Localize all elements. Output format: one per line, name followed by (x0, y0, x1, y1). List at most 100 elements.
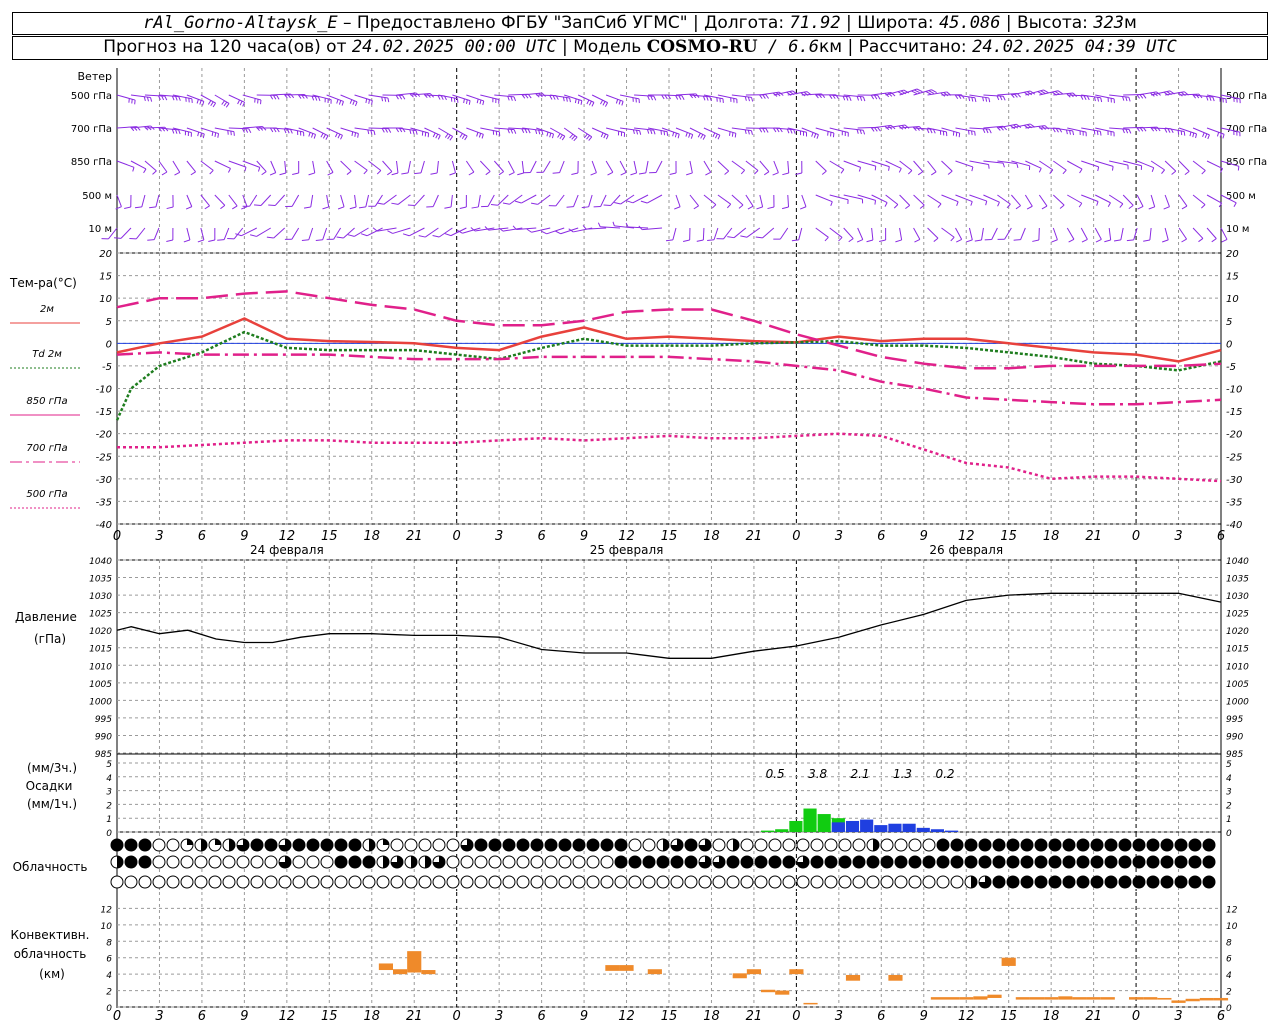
wind-barb-feather (974, 239, 982, 242)
conv-ytick: 6 (106, 955, 112, 965)
wind-barb (655, 160, 663, 173)
wind-barb-feather (1156, 126, 1161, 132)
wind-barb-feather (1113, 239, 1121, 242)
wind-barb (689, 194, 699, 207)
wind-barb-feather (1212, 96, 1215, 102)
wind-barb-feather (363, 169, 368, 175)
wind-barb-feather (1183, 131, 1186, 136)
precip-bar-snow (902, 823, 916, 832)
cloud-cover-fill (383, 856, 389, 868)
cloud-cover-symbol (866, 875, 880, 889)
wind-barb (228, 94, 245, 103)
x-tick-label: 12 (618, 529, 635, 544)
wind-barb-feather (569, 97, 571, 103)
wind-barb-feather (762, 128, 766, 133)
wind-barb-feather (468, 171, 475, 176)
wind-barb-feather (1097, 97, 1100, 102)
wind-barb-feather (286, 128, 290, 134)
conv-cloud-bar (605, 965, 620, 971)
cloud-cover-symbol (1104, 838, 1118, 852)
cloud-cover-symbol (1062, 875, 1076, 889)
cloud-cover-symbol (348, 875, 362, 889)
wind-barb-feather (479, 99, 482, 105)
pressure-ytick-right: 995 (1226, 715, 1243, 725)
wind-barb-feather (521, 128, 525, 134)
x-tick-label: 9 (920, 529, 928, 544)
wind-barb (991, 227, 998, 240)
wind-level-label-right: 700 гПа (1226, 124, 1267, 135)
wind-barb-feather (549, 132, 552, 138)
wind-barb (1164, 227, 1169, 240)
wind-barb-feather (463, 98, 465, 104)
cloud-cover-symbol (124, 838, 138, 852)
conv-title-3: (км) (39, 967, 65, 981)
wind-barb-feather (415, 130, 418, 135)
x-tick-label-bottom: 18 (703, 1009, 720, 1024)
wind-barb (340, 194, 345, 207)
wind-barb-feather (1164, 128, 1168, 133)
wind-barb-feather (398, 95, 403, 100)
wind-barb-feather (856, 239, 863, 243)
wind-barb-feather (877, 127, 881, 132)
wind-barb-feather (674, 206, 681, 210)
wind-barb-feather (1051, 239, 1058, 243)
cloud-cover-symbol (166, 838, 180, 852)
wind-barb (1095, 160, 1114, 167)
wind-barb-feather (381, 128, 385, 133)
wind-barb-feather (895, 239, 902, 243)
wind-barb-feather (866, 239, 874, 243)
x-tick-label-bottom: 3 (155, 1009, 163, 1024)
cloud-cover-symbol (992, 875, 1006, 889)
wind-barb-feather (1163, 206, 1170, 210)
wind-barb-feather (514, 200, 522, 204)
wind-barb-feather (468, 100, 471, 105)
cloud-cover-symbol (404, 875, 418, 889)
wind-barb-feather (738, 204, 744, 209)
wind-barb (1067, 160, 1083, 170)
wind-level-label: 700 гПа (71, 124, 112, 135)
cloud-cover-symbol (1048, 855, 1062, 869)
wind-barb (941, 160, 953, 172)
wind-barb (1136, 194, 1144, 207)
wind-barb (815, 227, 829, 238)
wind-barb (521, 160, 525, 174)
wind-barb (913, 227, 921, 240)
cloud-cover-symbol (530, 855, 544, 869)
wind-barb-feather (166, 206, 174, 210)
wind-barb-feather (620, 171, 627, 176)
cloud-cover-symbol (810, 838, 824, 852)
x-tick-label-bottom: 18 (1043, 1009, 1060, 1024)
temp-ytick-right: 0 (1226, 339, 1232, 350)
wind-barb-feather (905, 204, 911, 210)
cloud-cover-symbol (1090, 838, 1104, 852)
cloud-cover-symbol (908, 838, 922, 852)
wind-barb (1052, 194, 1065, 206)
conv-ytick: 0 (106, 1004, 112, 1014)
wind-barb (368, 160, 382, 171)
wind-barb-feather (490, 203, 498, 206)
wind-barb (241, 227, 257, 237)
wind-barb-feather (982, 96, 984, 102)
cloud-cover-symbol (1020, 875, 1034, 889)
wind-barb-feather (217, 239, 225, 241)
wind-barb (927, 160, 937, 173)
wind-barb-feather (707, 239, 715, 242)
wind-barb-feather (211, 131, 214, 137)
wind-barb-feather (561, 135, 566, 141)
wind-barb (354, 160, 368, 171)
wind-barb-feather (199, 100, 202, 105)
wind-barb-feather (874, 200, 877, 205)
wind-barb-feather (762, 94, 766, 99)
wind-barb-feather (552, 172, 560, 174)
wind-barb-feather (377, 202, 384, 205)
wind-barb-feather (591, 102, 595, 107)
wind-barb-feather (1128, 129, 1132, 134)
wind-barb-feather (325, 135, 329, 140)
conv-title-2: облачность (14, 947, 87, 961)
wind-barb-feather (1013, 239, 1021, 241)
wind-barb-feather (705, 171, 711, 176)
wind-barb-feather (197, 239, 205, 243)
wind-barb (899, 227, 903, 241)
x-tick-label-bottom: 15 (661, 1009, 678, 1024)
wind-barb-feather (696, 239, 704, 242)
